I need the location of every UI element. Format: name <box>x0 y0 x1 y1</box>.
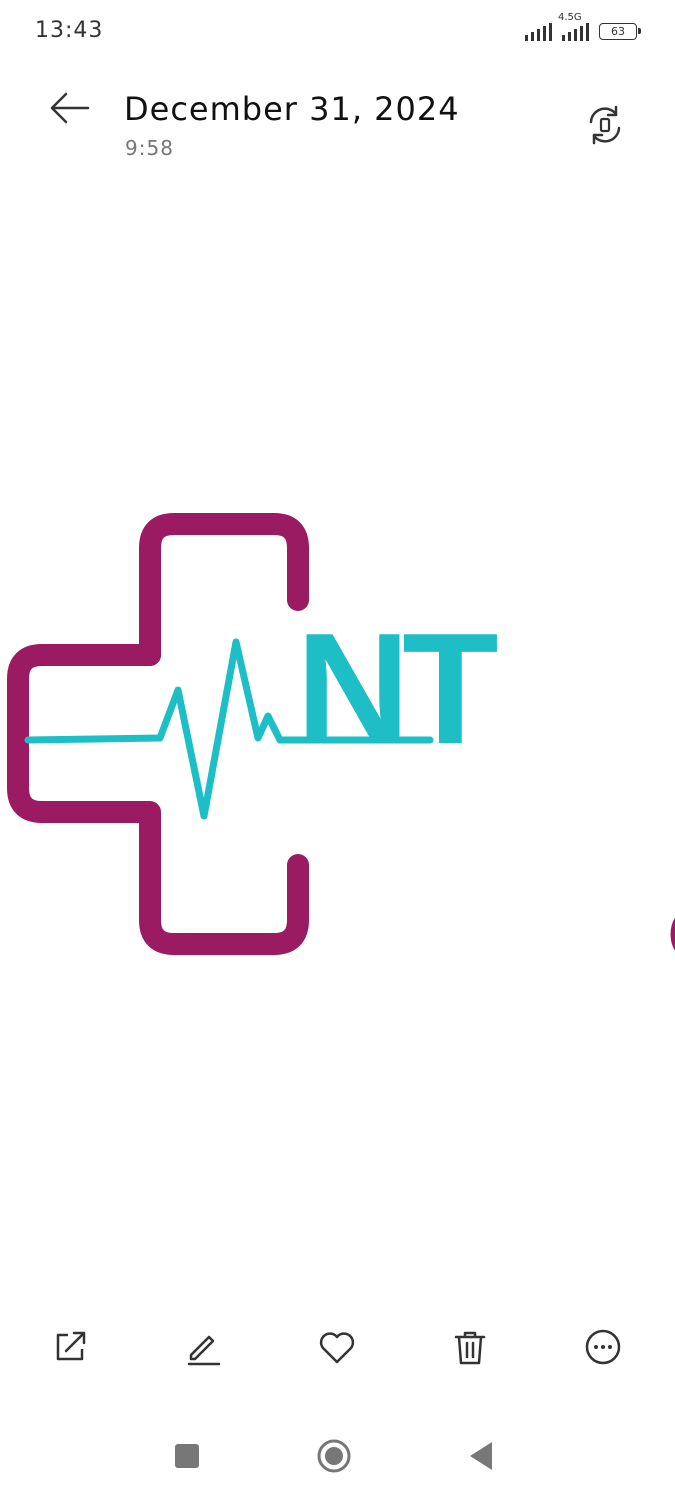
edit-button[interactable] <box>181 1325 225 1369</box>
medical-cross-shape <box>139 513 309 666</box>
action-bar <box>0 1305 675 1385</box>
rotate-button[interactable] <box>582 102 628 148</box>
status-icons: 4.5G 63 <box>525 12 641 45</box>
home-button[interactable] <box>314 1436 354 1476</box>
back-button[interactable] <box>44 88 94 128</box>
rotate-icon <box>589 105 621 145</box>
recents-icon <box>175 1444 199 1468</box>
status-bar: 13:43 4.5G 63 <box>0 0 675 62</box>
arrow-left-icon <box>50 92 90 124</box>
recents-button[interactable] <box>167 1436 207 1476</box>
battery-icon: 63 <box>599 22 641 40</box>
share-button[interactable] <box>48 1325 92 1369</box>
more-icon <box>585 1329 621 1365</box>
edit-icon <box>187 1335 221 1366</box>
network-icon: 4.5G <box>558 12 589 41</box>
status-time: 13:43 <box>35 18 104 43</box>
logo-arabic-text: طب نيل <box>660 802 675 976</box>
photo-view[interactable]: NT طب نيل <box>0 500 675 1000</box>
delete-button[interactable] <box>448 1325 492 1369</box>
logo-nt-text: NT <box>296 601 497 777</box>
favorite-icon <box>319 1332 355 1364</box>
signal-icon <box>525 21 552 41</box>
battery-level: 63 <box>611 24 625 38</box>
page-title: December 31, 2024 <box>124 90 460 128</box>
back-icon <box>470 1442 492 1470</box>
delete-icon <box>454 1331 486 1365</box>
top-bar: December 31, 2024 9:58 <box>0 62 675 172</box>
home-icon <box>317 1439 351 1473</box>
network-label: 4.5G <box>558 12 582 23</box>
logo-image: NT طب نيل <box>7 513 675 976</box>
back-nav-button[interactable] <box>462 1436 502 1476</box>
favorite-button[interactable] <box>315 1325 359 1369</box>
share-icon <box>56 1331 86 1361</box>
page-subtitle: 9:58 <box>125 136 174 160</box>
more-button[interactable] <box>581 1325 625 1369</box>
navigation-bar <box>0 1420 675 1500</box>
